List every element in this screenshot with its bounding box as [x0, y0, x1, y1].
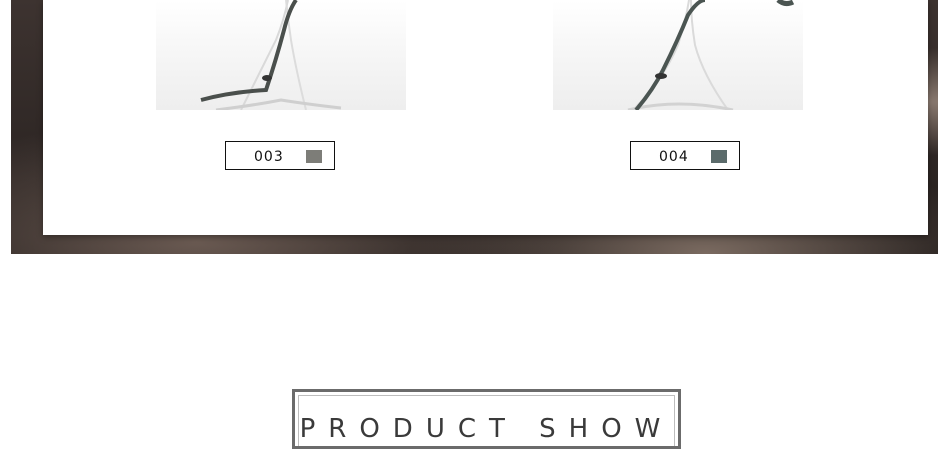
- product-image-004[interactable]: [553, 0, 803, 110]
- product-code-label: 004: [659, 149, 689, 165]
- product-code-tag[interactable]: 003: [225, 141, 335, 170]
- product-image-003[interactable]: [156, 0, 406, 110]
- section-title-frame: PRODUCT SHOW: [292, 389, 681, 449]
- color-swatch: [306, 150, 322, 163]
- section-title: PRODUCT SHOW: [299, 414, 674, 444]
- product-card-panel: 003 004: [43, 0, 928, 235]
- product-code-label: 003: [254, 149, 284, 165]
- product-code-tag[interactable]: 004: [630, 141, 740, 170]
- color-swatch: [711, 150, 727, 163]
- banner-background: 003 004: [11, 0, 938, 254]
